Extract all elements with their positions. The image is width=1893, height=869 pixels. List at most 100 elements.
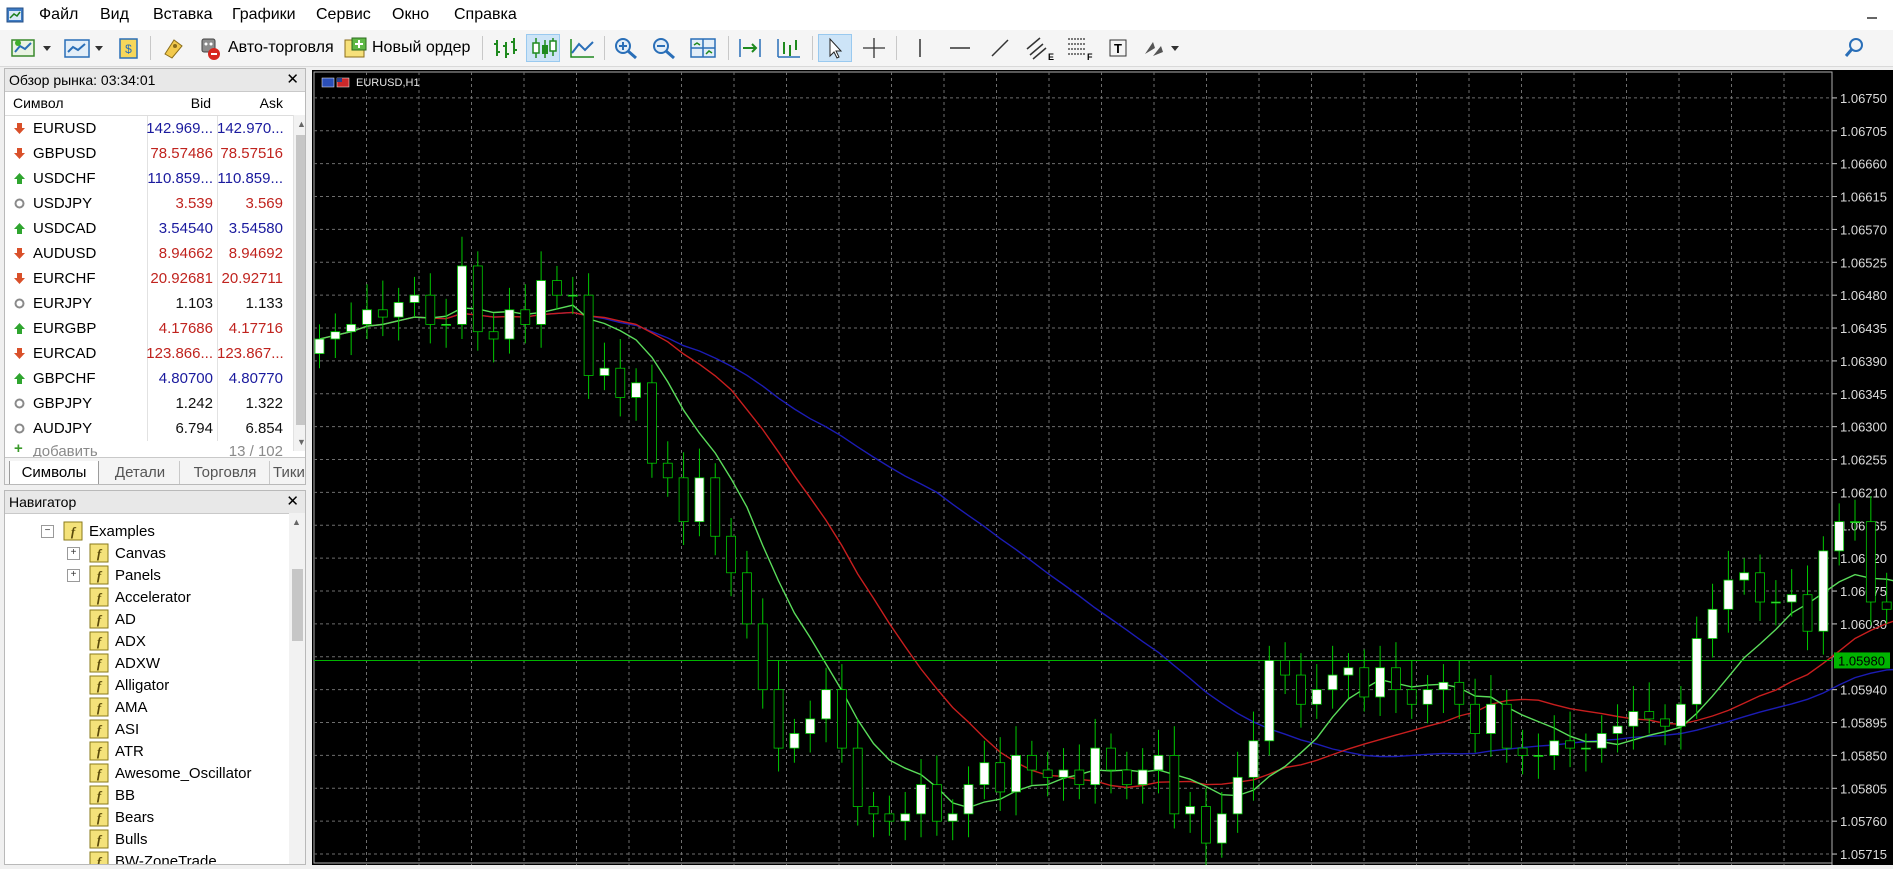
column-ask[interactable]: Ask xyxy=(221,95,283,111)
candle-bear xyxy=(853,748,862,806)
menu-file[interactable]: Файл xyxy=(39,6,78,24)
symbol-name: EURCHF xyxy=(33,270,96,287)
market-watch-title: Обзор рынка: 03:34:01 xyxy=(9,72,155,88)
chart-shift-button[interactable] xyxy=(772,34,804,62)
nav-item-label: Canvas xyxy=(115,545,166,562)
auto-trading-button[interactable]: Авто-торговля xyxy=(196,34,334,62)
scroll-down-icon[interactable]: ▼ xyxy=(297,437,306,447)
symbol-row[interactable]: EURCAD123.866...123.867... xyxy=(5,341,295,366)
candlestick-chart-button[interactable] xyxy=(526,34,560,62)
market-watch-button[interactable]: $ xyxy=(114,34,144,62)
symbol-row[interactable]: USDCAD3.545403.54580 xyxy=(5,216,295,241)
cursor-button[interactable] xyxy=(818,34,852,62)
symbol-row[interactable]: GBPCHF4.807004.80770 xyxy=(5,366,295,391)
fibonacci-button[interactable]: F xyxy=(1062,34,1096,62)
candle-bull xyxy=(1012,755,1021,792)
equidistant-channel-button[interactable]: E xyxy=(1022,34,1056,62)
scroll-up-icon[interactable]: ▲ xyxy=(297,119,306,129)
price-axis-label: 1.06120 xyxy=(1840,551,1887,566)
menu-view[interactable]: Вид xyxy=(100,6,129,24)
menu-window[interactable]: Окно xyxy=(392,6,429,24)
symbol-row[interactable]: EURJPY1.1031.133 xyxy=(5,291,295,316)
symbol-row[interactable]: AUDJPY6.7946.854 xyxy=(5,416,295,441)
candle-bear xyxy=(1471,704,1480,733)
candle-bull xyxy=(1835,522,1844,551)
trendline-button[interactable] xyxy=(984,34,1016,62)
market-watch-scrollbar[interactable]: ▲ ▼ xyxy=(293,115,306,451)
candle-bull xyxy=(632,383,641,398)
menu-insert[interactable]: Вставка xyxy=(153,6,212,24)
menu-tools[interactable]: Сервис xyxy=(316,6,371,24)
ask-value: 110.859... xyxy=(217,170,283,187)
ask-value: 4.17716 xyxy=(217,320,283,337)
nav-item-label: Alligator xyxy=(115,677,169,694)
symbol-row[interactable]: USDJPY3.5393.569 xyxy=(5,191,295,216)
price-chart[interactable]: 1.067501.067051.066601.066151.065701.065… xyxy=(312,70,1893,865)
text-button[interactable]: T xyxy=(1102,34,1134,62)
data-window-button[interactable] xyxy=(158,34,188,62)
scroll-thumb[interactable] xyxy=(296,135,306,425)
ask-value: 78.57516 xyxy=(217,145,283,162)
price-axis-label: 1.05940 xyxy=(1840,683,1887,698)
candle-bull xyxy=(1217,814,1226,843)
scroll-up-icon[interactable]: ▲ xyxy=(292,517,301,527)
expand-icon[interactable]: + xyxy=(67,569,80,582)
auto-scroll-button[interactable] xyxy=(734,34,766,62)
candle-bull xyxy=(806,719,815,734)
search-button[interactable] xyxy=(1840,34,1870,62)
menu-charts[interactable]: Графики xyxy=(232,6,296,24)
nav-item-label: BW-ZoneTrade xyxy=(115,853,217,865)
equidistant-channel-icon: E xyxy=(1024,35,1054,61)
symbol-name: EURGBP xyxy=(33,320,96,337)
price-axis-label: 1.05850 xyxy=(1840,748,1887,763)
zoom-in-button[interactable] xyxy=(610,34,642,62)
vertical-line-button[interactable] xyxy=(904,34,936,62)
scroll-thumb[interactable] xyxy=(292,569,303,641)
candle-bull xyxy=(1059,770,1068,777)
auto-trading-icon xyxy=(196,35,224,61)
column-symbol[interactable]: Символ xyxy=(13,95,63,111)
candle-bull xyxy=(600,368,609,375)
close-icon[interactable]: ✕ xyxy=(286,69,299,91)
navigator-scrollbar[interactable]: ▲ xyxy=(289,513,305,865)
close-icon[interactable]: ✕ xyxy=(286,491,299,513)
arrows-button[interactable] xyxy=(1140,34,1186,62)
symbol-row[interactable]: GBPUSD78.5748678.57516 xyxy=(5,141,295,166)
symbol-row[interactable]: EURUSD142.969...142.970... xyxy=(5,116,295,141)
candle-bear xyxy=(727,536,736,573)
symbol-row[interactable]: AUDUSD8.946628.94692 xyxy=(5,241,295,266)
symbol-row[interactable]: GBPJPY1.2421.322 xyxy=(5,391,295,416)
tab-symbols[interactable]: Символы xyxy=(9,461,99,485)
nav-item-label: ASI xyxy=(115,721,139,738)
candle-bull xyxy=(790,734,799,749)
symbol-row[interactable]: USDCHF110.859...110.859... xyxy=(5,166,295,191)
tab-trading[interactable]: Торговля xyxy=(181,461,270,485)
svg-text:F: F xyxy=(1087,52,1093,61)
bar-chart-button[interactable] xyxy=(488,34,520,62)
indicator-icon: f xyxy=(89,785,109,805)
candle-bear xyxy=(1027,755,1036,770)
cursor-icon xyxy=(822,36,848,60)
zoom-out-button[interactable] xyxy=(648,34,680,62)
line-chart-button[interactable] xyxy=(566,34,598,62)
collapse-icon[interactable]: − xyxy=(41,525,54,538)
price-axis-label: 1.05895 xyxy=(1840,716,1887,731)
expand-icon[interactable]: + xyxy=(67,547,80,560)
column-bid[interactable]: Bid xyxy=(155,95,211,111)
indicator-icon: f xyxy=(89,587,109,607)
tab-ticks[interactable]: Тики xyxy=(273,461,306,485)
menu-help[interactable]: Справка xyxy=(454,6,517,24)
app-icon[interactable] xyxy=(6,6,24,24)
profiles-button[interactable] xyxy=(62,34,108,62)
crosshair-button[interactable] xyxy=(858,34,890,62)
symbol-row[interactable]: EURCHF20.9268120.92711 xyxy=(5,266,295,291)
horizontal-line-button[interactable] xyxy=(944,34,976,62)
new-chart-button[interactable] xyxy=(8,34,56,62)
tab-details[interactable]: Детали xyxy=(101,461,180,485)
new-order-button[interactable]: Новый ордер xyxy=(342,34,474,62)
neutral-icon xyxy=(13,397,26,410)
tile-windows-button[interactable] xyxy=(686,34,720,62)
price-axis-label: 1.06165 xyxy=(1840,518,1887,533)
chart-window[interactable]: 1.067501.067051.066601.066151.065701.065… xyxy=(312,70,1893,865)
symbol-row[interactable]: EURGBP4.176864.17716 xyxy=(5,316,295,341)
